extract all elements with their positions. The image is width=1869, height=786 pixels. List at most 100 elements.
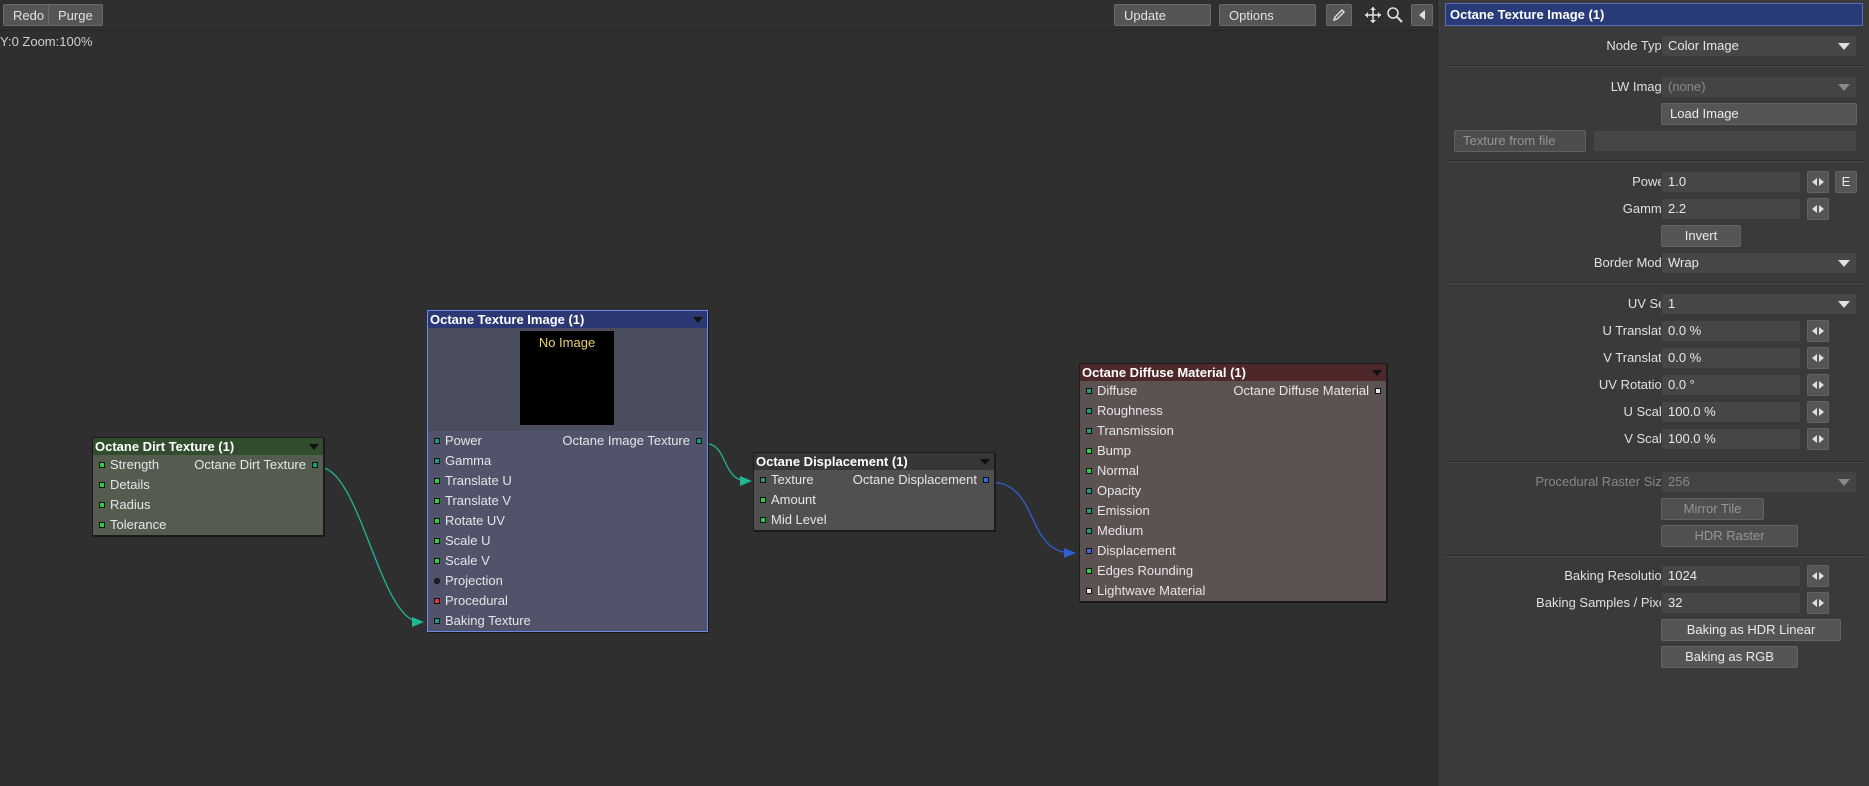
input-port[interactable] [434,558,440,564]
node-port-row[interactable]: Translate V [428,491,707,511]
baking-hdr-linear-button[interactable]: Baking as HDR Linear [1661,619,1841,641]
node-port-row[interactable]: Radius [93,495,323,515]
invert-button[interactable]: Invert [1661,225,1741,247]
spinner-arrows-icon[interactable] [1807,565,1829,587]
node-port-row[interactable]: Transmission [1080,421,1386,441]
input-port[interactable] [99,522,105,528]
input-port[interactable] [1086,568,1092,574]
baking-samples-input[interactable]: 32 [1661,592,1801,614]
output-port[interactable] [696,438,702,444]
node-dirt-texture[interactable]: Octane Dirt Texture (1) Strength Octane … [92,437,324,536]
uv-rotation-input[interactable]: 0.0 ° [1661,374,1801,396]
u-scale-input[interactable]: 100.0 % [1661,401,1801,423]
power-input[interactable]: 1.0 [1661,171,1801,193]
node-port-row[interactable]: Normal [1080,461,1386,481]
node-port-row[interactable]: Projection [428,571,707,591]
input-port[interactable] [434,518,440,524]
texture-file-path-field[interactable] [1593,130,1857,152]
hdr-raster-button[interactable]: HDR Raster [1661,525,1798,547]
node-port-row[interactable]: Power Octane Image Texture [428,431,707,451]
node-port-row[interactable]: Texture Octane Displacement [754,470,994,490]
output-port[interactable] [983,477,989,483]
input-port[interactable] [99,502,105,508]
v-translate-input[interactable]: 0.0 % [1661,347,1801,369]
node-port-row[interactable]: Amount [754,490,994,510]
node-header[interactable]: Octane Displacement (1) [754,453,994,470]
node-port-row[interactable]: Procedural [428,591,707,611]
dropdown-arrow-icon[interactable] [980,459,990,465]
output-port[interactable] [1375,388,1381,394]
node-port-row[interactable]: Gamma [428,451,707,471]
node-header[interactable]: Octane Texture Image (1) [428,311,707,328]
spinner-arrows-icon[interactable] [1807,428,1829,450]
spinner-arrows-icon[interactable] [1807,320,1829,342]
spinner-arrows-icon[interactable] [1807,347,1829,369]
uv-set-dropdown[interactable]: 1 [1661,293,1857,315]
node-port-row[interactable]: Emission [1080,501,1386,521]
node-header[interactable]: Octane Dirt Texture (1) [93,438,323,455]
node-editor-canvas[interactable]: Redo Purge Update Options Y:0 Zoom:100% … [0,0,1437,786]
spinner-arrows-icon[interactable] [1807,171,1829,193]
node-port-row[interactable]: Rotate UV [428,511,707,531]
input-port[interactable] [434,578,440,584]
u-translate-input[interactable]: 0.0 % [1661,320,1801,342]
spinner-arrows-icon[interactable] [1807,592,1829,614]
output-port[interactable] [312,462,318,468]
node-port-row[interactable]: Lightwave Material [1080,581,1386,601]
lw-image-dropdown[interactable]: (none) [1661,76,1857,98]
input-port[interactable] [99,482,105,488]
dropdown-arrow-icon[interactable] [1372,370,1382,376]
border-mode-dropdown[interactable]: Wrap [1661,252,1857,274]
input-port[interactable] [1086,528,1092,534]
input-port[interactable] [1086,508,1092,514]
node-port-row[interactable]: Displacement [1080,541,1386,561]
input-port[interactable] [434,618,440,624]
baking-resolution-input[interactable]: 1024 [1661,565,1801,587]
node-type-dropdown[interactable]: Color Image [1661,35,1857,57]
v-scale-input[interactable]: 100.0 % [1661,428,1801,450]
node-port-row[interactable]: Scale V [428,551,707,571]
node-port-row[interactable]: Mid Level [754,510,994,530]
input-port[interactable] [1086,408,1092,414]
node-port-row[interactable]: Baking Texture [428,611,707,631]
gamma-input[interactable]: 2.2 [1661,198,1801,220]
node-displacement[interactable]: Octane Displacement (1) Texture Octane D… [753,452,995,531]
input-port[interactable] [434,538,440,544]
input-port[interactable] [1086,448,1092,454]
node-port-row[interactable]: Bump [1080,441,1386,461]
input-port[interactable] [760,497,766,503]
texture-from-file-button[interactable]: Texture from file [1454,130,1586,152]
node-port-row[interactable]: Details [93,475,323,495]
node-port-row[interactable]: Strength Octane Dirt Texture [93,455,323,475]
node-port-row[interactable]: Opacity [1080,481,1386,501]
dropdown-arrow-icon[interactable] [693,317,703,323]
node-port-row[interactable]: Roughness [1080,401,1386,421]
input-port[interactable] [434,598,440,604]
load-image-button[interactable]: Load Image [1661,103,1857,125]
input-port[interactable] [434,458,440,464]
node-header[interactable]: Octane Diffuse Material (1) [1080,364,1386,381]
dropdown-arrow-icon[interactable] [309,444,319,450]
input-port[interactable] [1086,588,1092,594]
input-port[interactable] [1086,428,1092,434]
raster-size-dropdown[interactable]: 256 [1661,471,1857,493]
input-port[interactable] [760,477,766,483]
input-port[interactable] [434,498,440,504]
input-port[interactable] [1086,488,1092,494]
node-port-row[interactable]: Edges Rounding [1080,561,1386,581]
baking-rgb-button[interactable]: Baking as RGB [1661,646,1798,668]
input-port[interactable] [434,478,440,484]
node-texture-image[interactable]: Octane Texture Image (1) No Image Power … [427,310,708,632]
input-port[interactable] [99,462,105,468]
spinner-arrows-icon[interactable] [1807,198,1829,220]
node-port-row[interactable]: Translate U [428,471,707,491]
input-port[interactable] [760,517,766,523]
spinner-arrows-icon[interactable] [1807,374,1829,396]
node-port-row[interactable]: Scale U [428,531,707,551]
node-port-row[interactable]: Diffuse Octane Diffuse Material [1080,381,1386,401]
node-port-row[interactable]: Medium [1080,521,1386,541]
input-port[interactable] [1086,388,1092,394]
envelope-button[interactable]: E [1835,171,1857,193]
spinner-arrows-icon[interactable] [1807,401,1829,423]
node-port-row[interactable]: Tolerance [93,515,323,535]
